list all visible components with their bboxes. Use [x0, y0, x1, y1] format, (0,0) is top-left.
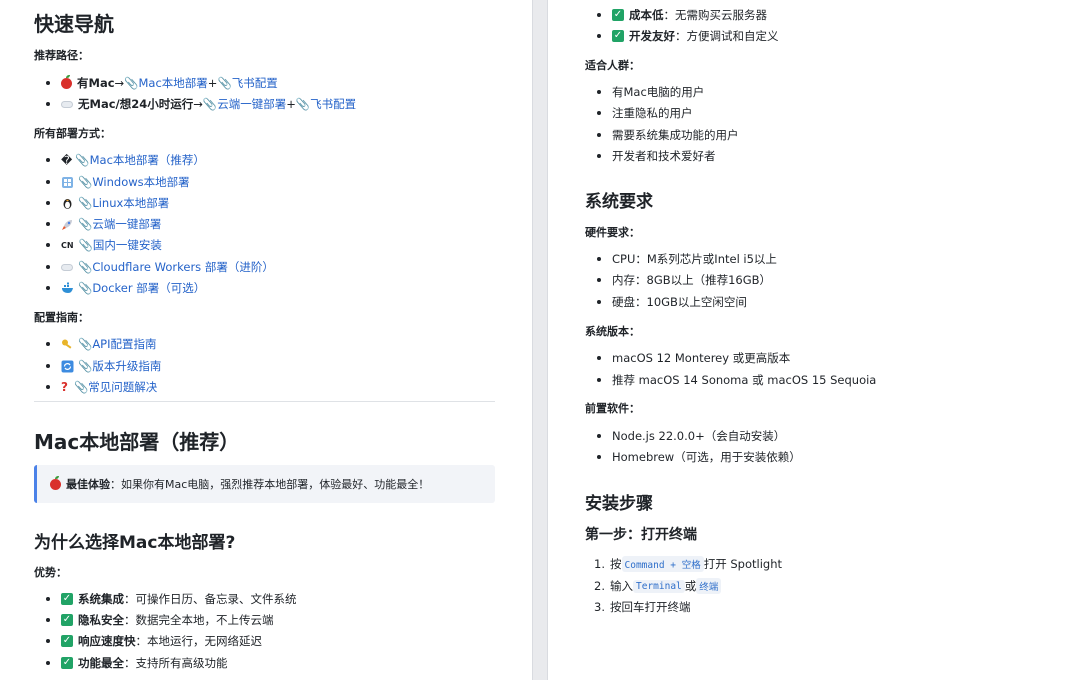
- checkbox-icon: ✓: [612, 30, 624, 42]
- deploy-item-china: CN 📎国内一键安装: [46, 237, 162, 253]
- penguin-icon: [61, 197, 74, 210]
- deploy-item-windows: 📎Windows本地部署: [46, 174, 190, 190]
- whale-icon: [61, 282, 74, 295]
- question-icon: ?: [61, 380, 68, 394]
- hardware-item: 硬盘：10GB以上空闲空间: [597, 294, 747, 310]
- suitable-users-label: 适合人群：: [585, 59, 640, 72]
- mac-deploy-title: Mac本地部署（推荐）: [34, 430, 240, 454]
- inline-code: 终端: [696, 578, 722, 594]
- link-mac-deploy[interactable]: 📎Mac本地部署: [124, 75, 208, 91]
- link-feishu-config-2[interactable]: 📎飞书配置: [296, 96, 356, 112]
- recommend-label: 推荐路径：: [34, 49, 89, 62]
- advantage-item: ✓ 成本低 ：无需购买云服务器: [597, 7, 767, 23]
- windows-icon: [61, 176, 74, 189]
- inline-code: Terminal: [633, 579, 685, 593]
- advantages-label: 优势：: [34, 566, 67, 579]
- os-item: macOS 12 Monterey 或更高版本: [597, 350, 790, 366]
- deploy-item-mac: � 📎Mac本地部署（推荐）: [46, 152, 205, 168]
- cloud-icon: [61, 100, 73, 108]
- os-item: 推荐 macOS 14 Sonoma 或 macOS 15 Sequoia: [597, 372, 876, 388]
- checkbox-icon: ✓: [612, 9, 624, 21]
- link-feishu-config[interactable]: 📎飞书配置: [217, 75, 277, 91]
- cloud-icon: [61, 263, 73, 271]
- checkbox-icon: ✓: [61, 614, 73, 626]
- prerequisite-item: Node.js 22.0.0+（会自动安装）: [597, 428, 785, 444]
- checkbox-icon: ✓: [61, 657, 73, 669]
- user-item: 注重隐私的用户: [597, 105, 693, 121]
- deploy-item-cloud: 📎云端一键部署: [46, 216, 161, 232]
- advantage-item: ✓ 功能最全 ：支持所有高级功能: [46, 655, 228, 671]
- cn-flag-icon: CN: [61, 240, 74, 250]
- prerequisite-item: Homebrew（可选，用于安装依赖）: [597, 449, 801, 465]
- refresh-icon: [61, 360, 74, 373]
- deploy-item-docker: 📎Docker 部署（可选）: [46, 280, 205, 296]
- page-gutter: [532, 0, 548, 680]
- recommend-item-cloud: 无Mac/想24小时运行 → 📎云端一键部署 + 📎飞书配置: [46, 96, 356, 112]
- right-page: ✓ 成本低 ：无需购买云服务器 ✓ 开发友好 ：方便调试和自定义 适合人群： 有Ma…: [548, 0, 1080, 680]
- hardware-item: CPU：M系列芯片或Intel i5以上: [597, 251, 777, 267]
- config-item-faq: ? 📎常见问题解决: [46, 379, 157, 395]
- user-item: 需要系统集成功能的用户: [597, 127, 739, 143]
- deploy-item-cloudflare: 📎Cloudflare Workers 部署（进阶）: [46, 259, 274, 275]
- install-steps-title: 安装步骤: [585, 494, 653, 514]
- step-item: 3. 按回车打开终端: [594, 600, 691, 614]
- quick-nav-title: 快速导航: [34, 12, 114, 36]
- step-item: 1. 按 Command + 空格 打开 Spotlight: [594, 556, 782, 572]
- system-requirements-title: 系统要求: [585, 192, 653, 212]
- advantage-item: ✓ 隐私安全 ：数据完全本地，不上传云端: [46, 612, 274, 628]
- prerequisite-label: 前置软件：: [585, 402, 640, 415]
- config-item-upgrade: 📎版本升级指南: [46, 358, 161, 374]
- left-page: 快速导航 推荐路径： 有Mac → 📎Mac本地部署 + 📎飞书配置 无Mac/…: [0, 0, 532, 680]
- advantage-item: ✓ 响应速度快 ：本地运行，无网络延迟: [46, 633, 262, 649]
- recommend-item-mac: 有Mac → 📎Mac本地部署 + 📎飞书配置: [46, 74, 278, 91]
- step-one-title: 第一步：打开终端: [585, 527, 697, 543]
- why-mac-title: 为什么选择Mac本地部署?: [34, 533, 236, 553]
- link-cloud-deploy[interactable]: 📎云端一键部署: [203, 96, 286, 112]
- user-item: 开发者和技术爱好者: [597, 148, 716, 164]
- best-experience-callout: 最佳体验 ：如果你有Mac电脑，强烈推荐本地部署，体验最好、功能最全！: [34, 465, 495, 503]
- checkbox-icon: ✓: [61, 593, 73, 605]
- advantage-item: ✓ 开发友好 ：方便调试和自定义: [597, 28, 779, 44]
- os-version-label: 系统版本：: [585, 325, 640, 338]
- apple-icon: [50, 475, 61, 490]
- unknown-glyph-icon: �: [61, 153, 73, 167]
- divider: [34, 401, 495, 402]
- user-item: 有Mac电脑的用户: [597, 84, 704, 100]
- step-item: 2. 输入 Terminal 或 终端: [594, 578, 722, 594]
- key-icon: [61, 338, 74, 351]
- checkbox-icon: ✓: [61, 635, 73, 647]
- deploy-item-linux: 📎Linux本地部署: [46, 195, 169, 211]
- hardware-label: 硬件要求：: [585, 226, 640, 239]
- inline-code: Command + 空格: [621, 556, 704, 572]
- apple-icon: [61, 74, 72, 89]
- config-item-api: 📎API配置指南: [46, 336, 157, 352]
- hardware-item: 内存：8GB以上（推荐16GB）: [597, 272, 771, 288]
- advantage-item: ✓ 系统集成 ：可操作日历、备忘录、文件系统: [46, 591, 297, 607]
- all-deploy-label: 所有部署方式：: [34, 127, 111, 140]
- rocket-icon: [61, 218, 74, 231]
- config-guide-label: 配置指南：: [34, 311, 89, 324]
